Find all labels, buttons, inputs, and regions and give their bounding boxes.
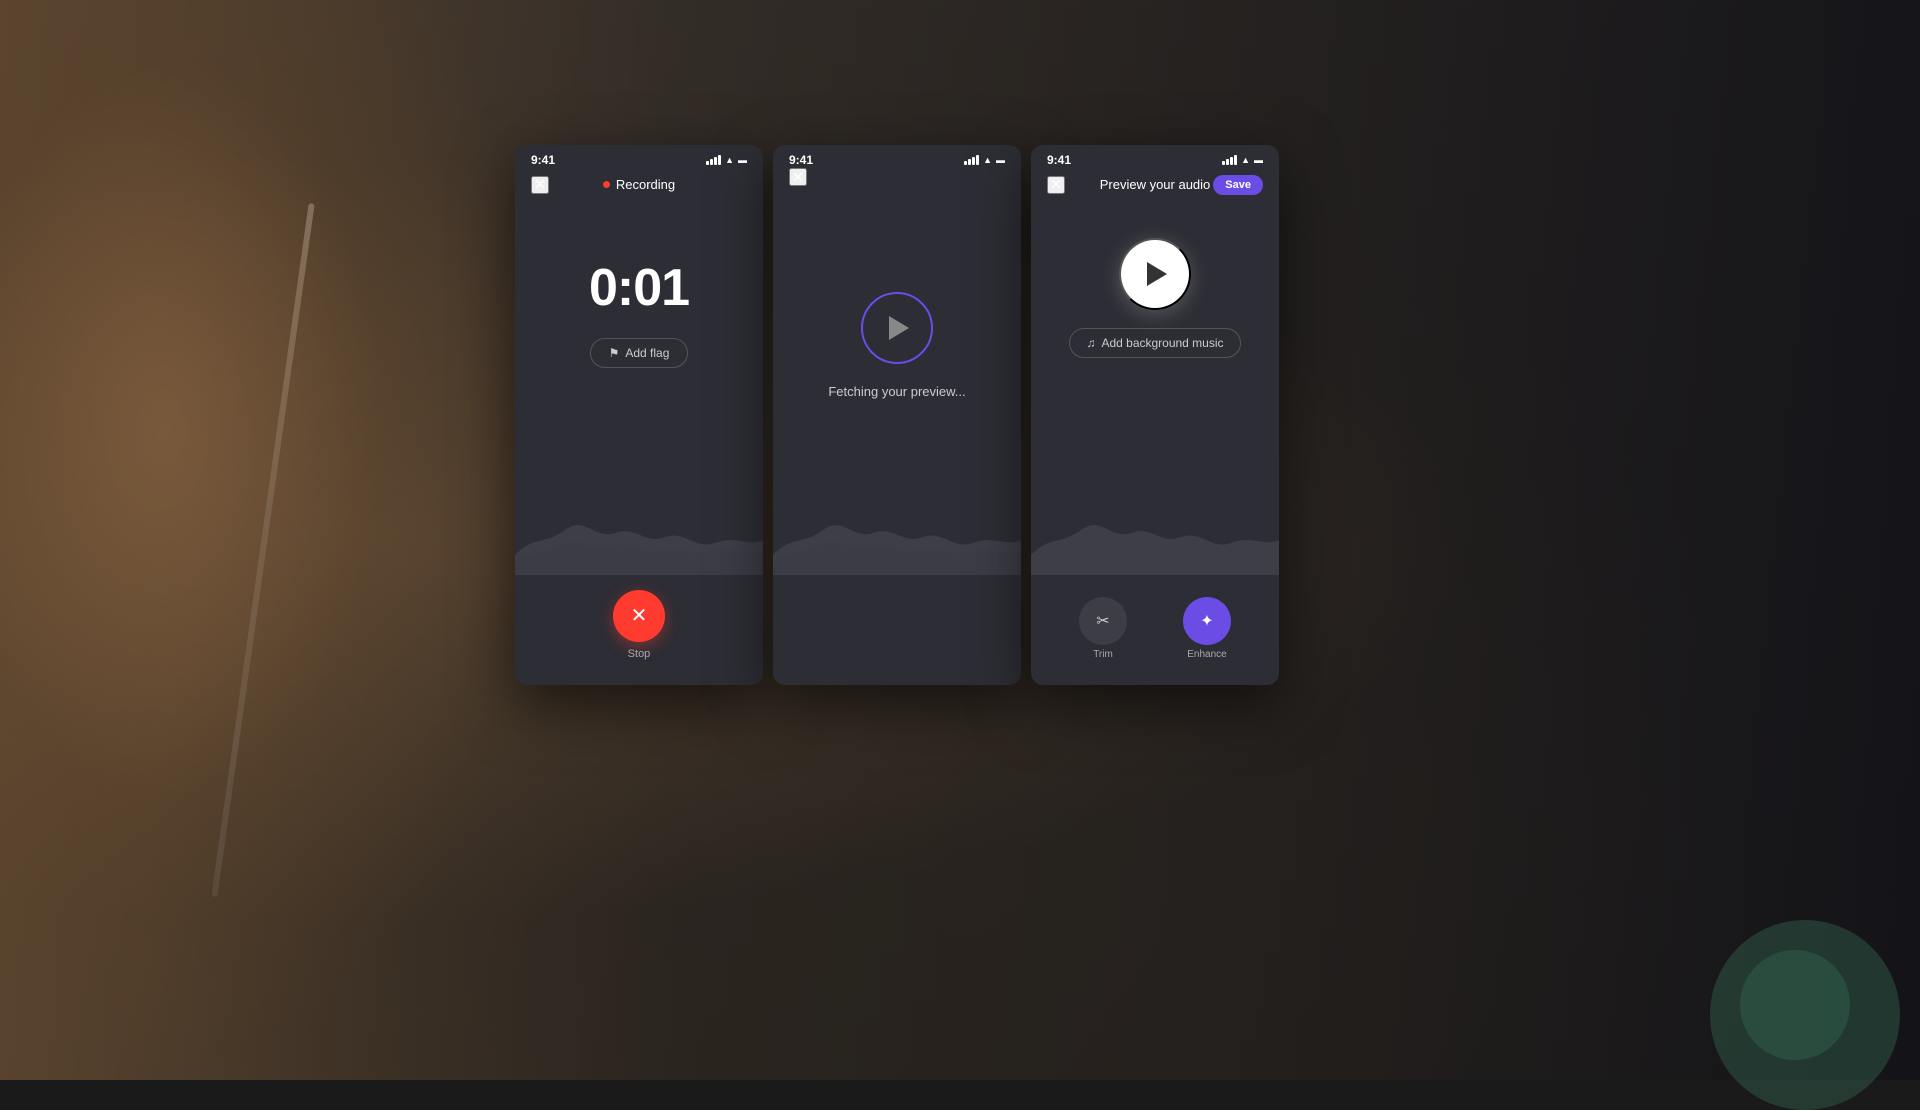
phone-fetching-screen: 9:41 ▲ ▬ ✕ Fetching your preview... [773,145,1021,685]
sparkle-icon: ✦ [1200,611,1213,631]
signal-icon-3 [1222,155,1237,165]
trim-tool[interactable]: ✂ Trim [1079,597,1127,660]
stop-x-icon: ✕ [631,606,648,626]
nav-bar-2: ✕ [773,171,1021,183]
play-button-2[interactable] [861,292,933,364]
close-button-2[interactable]: ✕ [789,168,807,186]
scissors-icon: ✂ [1096,611,1109,631]
status-icons-1: ▲ ▬ [706,155,747,165]
add-background-music-button[interactable]: ♫ Add background music [1069,328,1240,358]
trim-icon-circle: ✂ [1079,597,1127,645]
deco-circle-inner [1740,950,1850,1060]
status-time-2: 9:41 [789,153,813,167]
status-bar-2: 9:41 ▲ ▬ [773,145,1021,171]
status-bar-1: 9:41 ▲ ▬ [515,145,763,171]
wifi-icon-1: ▲ [725,155,734,165]
phones-container: 9:41 ▲ ▬ ✕ Recording 0:01 [515,145,1279,685]
nav-bar-1: ✕ Recording [515,171,763,198]
play-triangle-icon-3 [1147,262,1167,286]
trim-label: Trim [1093,649,1113,660]
save-button[interactable]: Save [1213,175,1263,195]
phone-recording-screen: 9:41 ▲ ▬ ✕ Recording 0:01 [515,145,763,685]
nav-title-1: Recording [603,177,675,192]
wifi-icon-2: ▲ [983,155,992,165]
waveform-svg-2 [773,495,1021,575]
stop-button[interactable]: ✕ [613,590,665,642]
recording-content: 0:01 ⚑ Add flag [515,198,763,368]
status-time-3: 9:41 [1047,153,1071,167]
nav-bar-3: ✕ Preview your audio Save [1031,171,1279,198]
stop-button-container: ✕ Stop [613,590,665,660]
stop-label: Stop [628,648,651,660]
battery-icon-3: ▬ [1254,155,1263,165]
enhance-label: Enhance [1187,649,1226,660]
waveform-area-3 [1031,495,1279,575]
waveform-area-1 [515,495,763,575]
music-note-icon: ♫ [1086,336,1095,350]
play-button-3[interactable] [1119,238,1191,310]
add-flag-button[interactable]: ⚑ Add flag [590,338,689,368]
close-button-1[interactable]: ✕ [531,176,549,194]
preview-content: ♫ Add background music [1031,198,1279,358]
recording-dot [603,181,610,188]
signal-icon-1 [706,155,721,165]
phone-preview-screen: 9:41 ▲ ▬ ✕ Preview your audio Save [1031,145,1279,685]
waveform-svg-1 [515,495,763,575]
fetching-content: Fetching your preview... [773,183,1021,507]
waveform-area-2 [773,495,1021,575]
status-time-1: 9:41 [531,153,555,167]
fetching-text: Fetching your preview... [828,384,965,399]
nav-title-3: Preview your audio [1100,177,1211,192]
enhance-tool[interactable]: ✦ Enhance [1183,597,1231,660]
waveform-svg-3 [1031,495,1279,575]
wifi-icon-3: ▲ [1241,155,1250,165]
battery-icon-1: ▬ [738,155,747,165]
status-bar-3: 9:41 ▲ ▬ [1031,145,1279,171]
play-triangle-icon-2 [889,316,909,340]
signal-icon-2 [964,155,979,165]
enhance-icon-circle: ✦ [1183,597,1231,645]
flag-icon: ⚑ [609,346,620,360]
timer-display: 0:01 [589,258,689,318]
status-icons-3: ▲ ▬ [1222,155,1263,165]
bottom-toolbar: ✂ Trim ✦ Enhance [1031,597,1279,660]
close-button-3[interactable]: ✕ [1047,176,1065,194]
status-icons-2: ▲ ▬ [964,155,1005,165]
battery-icon-2: ▬ [996,155,1005,165]
